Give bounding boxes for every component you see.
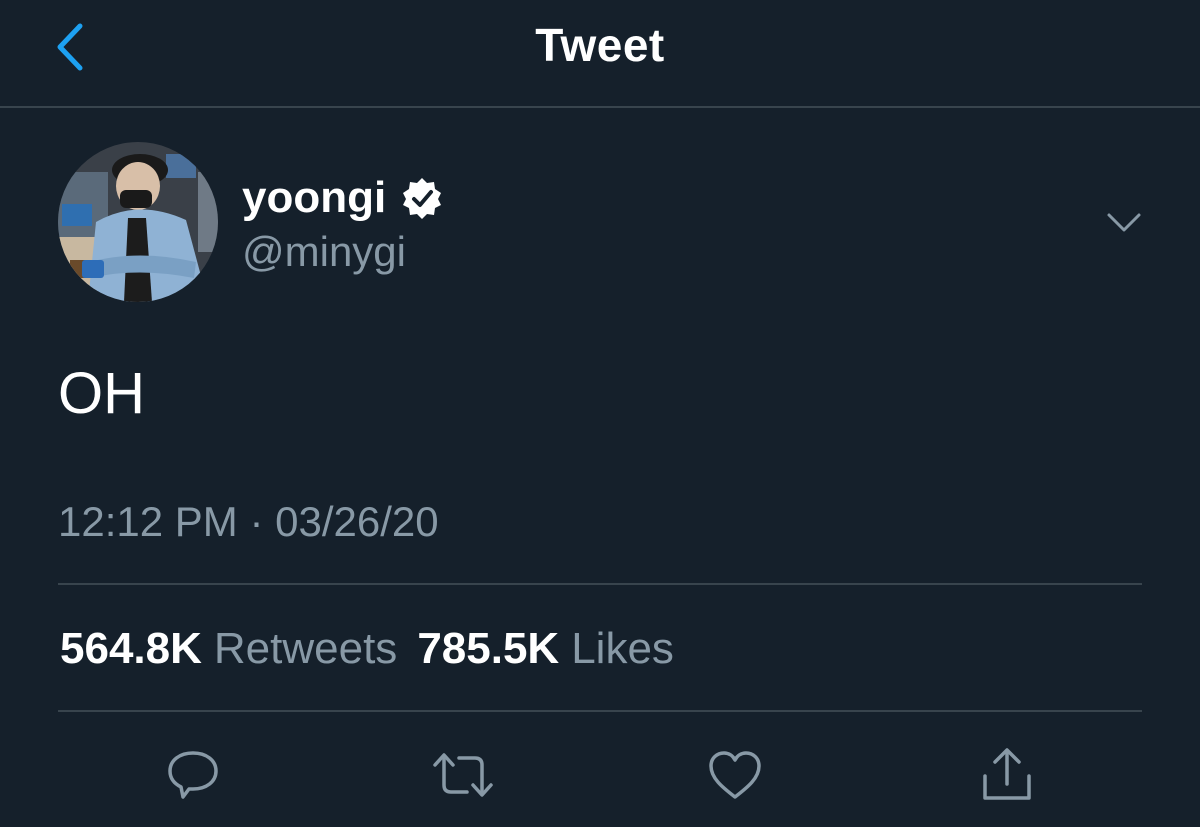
likes-count[interactable]: 785.5K	[417, 624, 559, 674]
more-options-button[interactable]	[1104, 205, 1144, 241]
divider	[58, 710, 1142, 712]
retweet-icon	[431, 747, 495, 803]
nav-bar: Tweet	[0, 0, 1200, 108]
user-handle[interactable]: @minygi	[242, 228, 406, 276]
tweet-text: OH	[58, 361, 145, 426]
page-title: Tweet	[535, 19, 665, 71]
share-button[interactable]	[972, 740, 1042, 810]
verified-badge-icon	[400, 176, 444, 220]
display-name[interactable]: yoongi	[242, 173, 386, 223]
action-bar	[0, 740, 1200, 810]
share-icon	[979, 746, 1035, 804]
chevron-down-icon	[1104, 205, 1144, 241]
like-button[interactable]	[700, 740, 770, 810]
reply-button[interactable]	[158, 740, 228, 810]
likes-label[interactable]: Likes	[571, 624, 674, 674]
retweet-button[interactable]	[428, 740, 498, 810]
author-name-row[interactable]: yoongi	[242, 170, 444, 226]
divider	[58, 583, 1142, 585]
retweets-count[interactable]: 564.8K	[60, 624, 202, 674]
tweet-timestamp: 12:12 PM · 03/26/20	[58, 498, 439, 545]
avatar[interactable]	[58, 142, 218, 302]
reply-icon	[165, 747, 221, 803]
heart-icon	[706, 747, 764, 803]
retweets-label[interactable]: Retweets	[214, 624, 397, 674]
tweet-stats: 564.8K Retweets 785.5K Likes	[60, 624, 694, 674]
